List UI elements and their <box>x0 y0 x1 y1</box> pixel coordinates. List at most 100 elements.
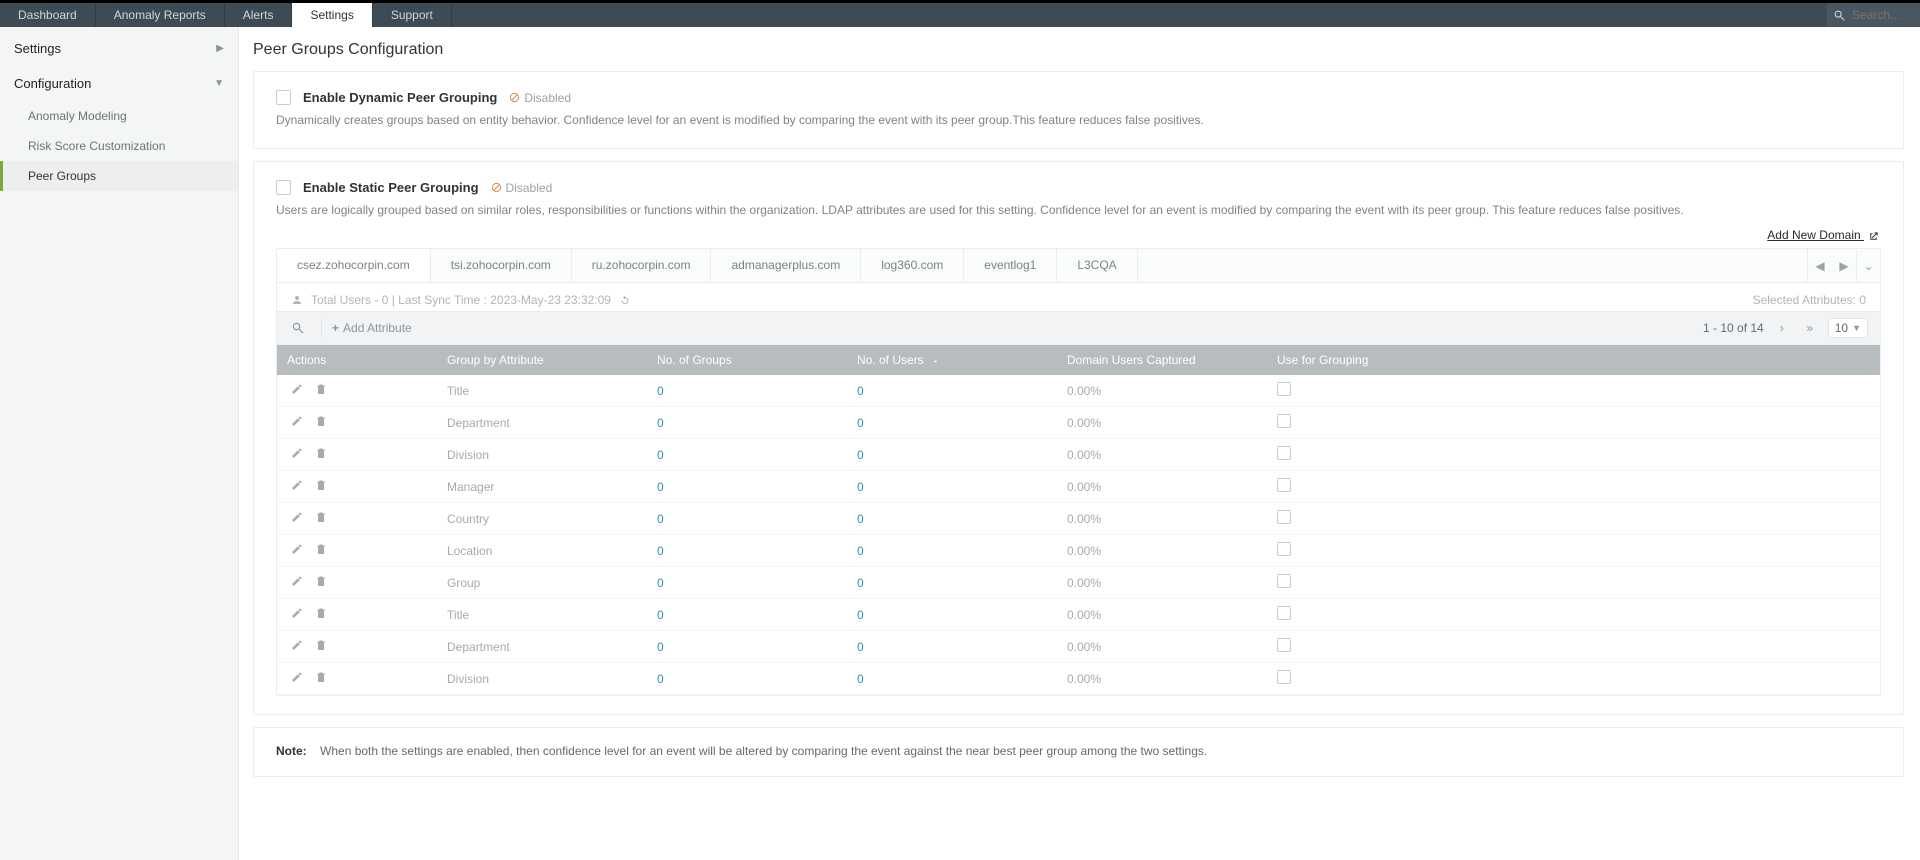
cell-captured: 0.00% <box>1057 503 1267 535</box>
table-toolbar: + Add Attribute 1 - 10 of 14 › » 10 ▼ <box>277 311 1880 345</box>
cell-no-groups[interactable]: 0 <box>647 471 847 503</box>
cell-no-groups[interactable]: 0 <box>647 375 847 407</box>
sidebar-item-anomaly-modeling[interactable]: Anomaly Modeling <box>0 101 238 131</box>
th-no-groups[interactable]: No. of Groups <box>647 345 847 375</box>
domain-tab[interactable]: ru.zohocorpin.com <box>572 249 712 282</box>
domain-tab[interactable]: L3CQA <box>1057 249 1137 282</box>
delete-icon[interactable] <box>315 479 327 494</box>
edit-icon[interactable] <box>291 543 303 558</box>
domain-tab[interactable]: eventlog1 <box>964 249 1057 282</box>
top-tab-alerts[interactable]: Alerts <box>225 3 293 27</box>
use-for-grouping-checkbox[interactable] <box>1277 542 1291 556</box>
delete-icon[interactable] <box>315 607 327 622</box>
sidebar-item-risk-score-customization[interactable]: Risk Score Customization <box>0 131 238 161</box>
add-attribute-button[interactable]: + Add Attribute <box>332 321 412 335</box>
cell-no-users[interactable]: 0 <box>847 567 1057 599</box>
sidebar-section-label: Configuration <box>14 76 91 91</box>
edit-icon[interactable] <box>291 639 303 654</box>
page-size-dropdown[interactable]: 10 ▼ <box>1828 318 1868 338</box>
top-tab-anomaly-reports[interactable]: Anomaly Reports <box>96 3 225 27</box>
sidebar-section-settings[interactable]: Settings ▶ <box>0 31 238 66</box>
cell-no-users[interactable]: 0 <box>847 375 1057 407</box>
use-for-grouping-checkbox[interactable] <box>1277 446 1291 460</box>
search-input[interactable] <box>1852 8 1912 22</box>
use-for-grouping-checkbox[interactable] <box>1277 574 1291 588</box>
use-for-grouping-checkbox[interactable] <box>1277 414 1291 428</box>
cell-no-groups[interactable]: 0 <box>647 663 847 695</box>
cell-no-groups[interactable]: 0 <box>647 407 847 439</box>
edit-icon[interactable] <box>291 383 303 398</box>
cell-no-users[interactable]: 0 <box>847 503 1057 535</box>
delete-icon[interactable] <box>315 639 327 654</box>
enable-dynamic-checkbox[interactable] <box>276 90 291 105</box>
delete-icon[interactable] <box>315 543 327 558</box>
cell-use-for-grouping <box>1267 439 1880 471</box>
domain-tab[interactable]: admanagerplus.com <box>711 249 861 282</box>
cell-no-users[interactable]: 0 <box>847 663 1057 695</box>
edit-icon[interactable] <box>291 447 303 462</box>
delete-icon[interactable] <box>315 511 327 526</box>
edit-icon[interactable] <box>291 479 303 494</box>
th-no-users[interactable]: No. of Users <box>847 345 1057 375</box>
use-for-grouping-checkbox[interactable] <box>1277 382 1291 396</box>
table-row: Department000.00% <box>277 407 1880 439</box>
pager-next[interactable]: › <box>1772 318 1792 338</box>
sidebar-section-configuration[interactable]: Configuration ▼ <box>0 66 238 101</box>
cell-no-users[interactable]: 0 <box>847 439 1057 471</box>
cell-no-groups[interactable]: 0 <box>647 631 847 663</box>
cell-attribute: Division <box>437 663 647 695</box>
edit-icon[interactable] <box>291 607 303 622</box>
edit-icon[interactable] <box>291 575 303 590</box>
delete-icon[interactable] <box>315 415 327 430</box>
cell-no-groups[interactable]: 0 <box>647 567 847 599</box>
top-tab-support[interactable]: Support <box>373 3 452 27</box>
cell-no-users[interactable]: 0 <box>847 535 1057 567</box>
global-search[interactable] <box>1827 3 1920 27</box>
table-row: Country000.00% <box>277 503 1880 535</box>
pager-last[interactable]: » <box>1800 318 1820 338</box>
cell-no-groups[interactable]: 0 <box>647 535 847 567</box>
domain-tab[interactable]: csez.zohocorpin.com <box>277 249 431 282</box>
cell-no-users[interactable]: 0 <box>847 471 1057 503</box>
delete-icon[interactable] <box>315 575 327 590</box>
cell-attribute: Group <box>437 567 647 599</box>
add-new-domain-link[interactable]: Add New Domain <box>1767 228 1879 242</box>
delete-icon[interactable] <box>315 447 327 462</box>
cell-actions <box>277 599 437 631</box>
use-for-grouping-checkbox[interactable] <box>1277 478 1291 492</box>
domain-tab-next[interactable]: ▶ <box>1832 250 1856 282</box>
th-captured[interactable]: Domain Users Captured <box>1057 345 1267 375</box>
domain-tab[interactable]: log360.com <box>861 249 964 282</box>
search-attributes-icon[interactable] <box>285 316 311 340</box>
delete-icon[interactable] <box>315 383 327 398</box>
edit-icon[interactable] <box>291 671 303 686</box>
use-for-grouping-checkbox[interactable] <box>1277 606 1291 620</box>
use-for-grouping-checkbox[interactable] <box>1277 670 1291 684</box>
sidebar-item-peer-groups[interactable]: Peer Groups <box>0 161 238 191</box>
static-status: Disabled <box>491 181 553 195</box>
domain-tab-dropdown[interactable]: ⌄ <box>1856 250 1880 282</box>
use-for-grouping-checkbox[interactable] <box>1277 638 1291 652</box>
cell-no-groups[interactable]: 0 <box>647 599 847 631</box>
delete-icon[interactable] <box>315 671 327 686</box>
th-use-for[interactable]: Use for Grouping <box>1267 345 1880 375</box>
enable-static-checkbox[interactable] <box>276 180 291 195</box>
refresh-icon[interactable] <box>619 294 631 306</box>
use-for-grouping-checkbox[interactable] <box>1277 510 1291 524</box>
top-tab-settings[interactable]: Settings <box>292 3 372 27</box>
edit-icon[interactable] <box>291 415 303 430</box>
static-title: Enable Static Peer Grouping <box>303 180 479 195</box>
table-row: Division000.00% <box>277 439 1880 471</box>
cell-no-users[interactable]: 0 <box>847 631 1057 663</box>
cell-no-groups[interactable]: 0 <box>647 503 847 535</box>
cell-no-users[interactable]: 0 <box>847 599 1057 631</box>
edit-icon[interactable] <box>291 511 303 526</box>
summary-text: Total Users - 0 | Last Sync Time : 2023-… <box>311 293 611 307</box>
cell-no-groups[interactable]: 0 <box>647 439 847 471</box>
cell-no-users[interactable]: 0 <box>847 407 1057 439</box>
th-group-by[interactable]: Group by Attribute <box>437 345 647 375</box>
domain-tab[interactable]: tsi.zohocorpin.com <box>431 249 572 282</box>
domain-tab-prev[interactable]: ◀ <box>1808 250 1832 282</box>
top-tab-dashboard[interactable]: Dashboard <box>0 3 96 27</box>
dynamic-peer-card: Enable Dynamic Peer Grouping Disabled Dy… <box>253 71 1904 149</box>
